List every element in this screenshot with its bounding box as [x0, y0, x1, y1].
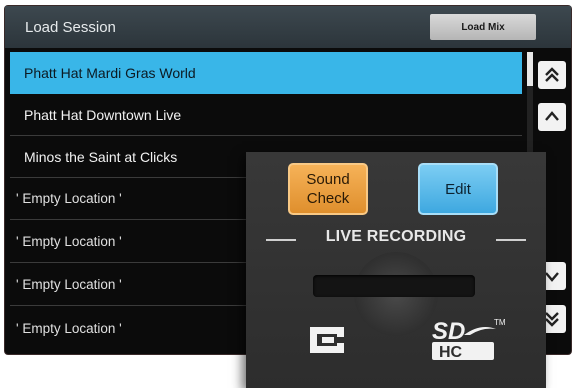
- divider-right: [496, 239, 526, 241]
- scrollbar-thumb[interactable]: [527, 52, 533, 86]
- sd-card-slot[interactable]: [313, 275, 475, 297]
- session-name: ' Empty Location ': [16, 320, 122, 336]
- session-name: Minos the Saint at Clicks: [24, 148, 178, 165]
- sdhc-logo-icon: SD TM HC: [432, 318, 506, 361]
- session-row[interactable]: Phatt Hat Mardi Gras World: [10, 52, 522, 94]
- session-row[interactable]: Phatt Hat Downtown Live: [10, 94, 522, 136]
- sound-check-button[interactable]: Sound Check: [288, 163, 368, 215]
- session-name: ' Empty Location ': [16, 277, 122, 292]
- scroll-up-button[interactable]: [538, 103, 566, 131]
- sd-recording-panel: Sound Check Edit LIVE RECORDING SD TM HC: [246, 152, 546, 388]
- sd-logo-text: SD: [432, 318, 465, 345]
- session-name: ' Empty Location ': [16, 191, 122, 206]
- recording-logo-icon: [310, 327, 344, 353]
- session-name: ' Empty Location ': [16, 234, 122, 249]
- double-chevron-up-icon: [545, 67, 559, 82]
- session-name: Phatt Hat Mardi Gras World: [24, 65, 196, 81]
- trademark-text: TM: [494, 318, 506, 327]
- edit-button[interactable]: Edit: [418, 163, 498, 215]
- scroll-top-button[interactable]: [538, 61, 566, 89]
- window-title: Load Session: [25, 19, 116, 36]
- hc-logo-text: HC: [439, 344, 463, 361]
- chevron-up-icon: [545, 111, 559, 121]
- session-name: Phatt Hat Downtown Live: [24, 106, 182, 123]
- load-mix-button[interactable]: Load Mix: [430, 14, 536, 40]
- live-recording-label: LIVE RECORDING: [325, 228, 467, 245]
